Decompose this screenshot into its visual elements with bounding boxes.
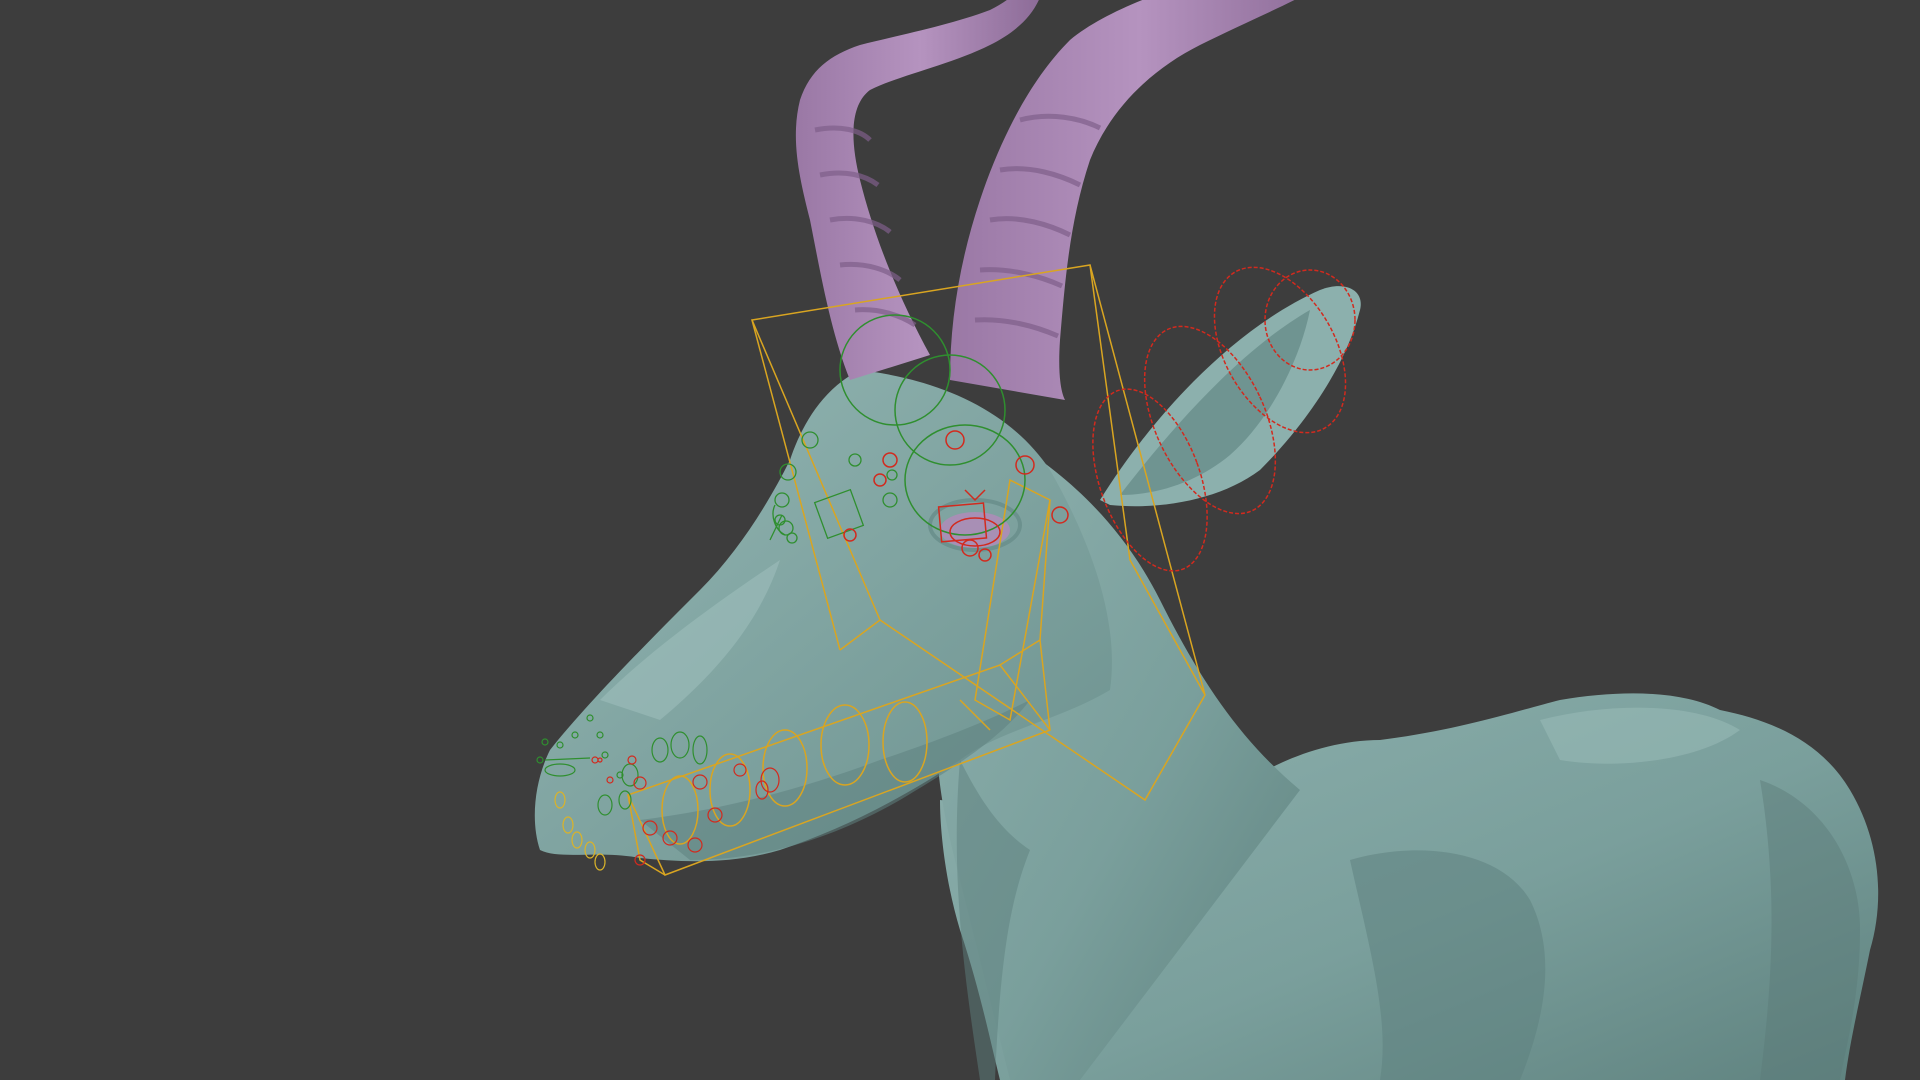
viewport-canvas[interactable] xyxy=(0,0,1920,1080)
3d-viewport[interactable] xyxy=(0,0,1920,1080)
